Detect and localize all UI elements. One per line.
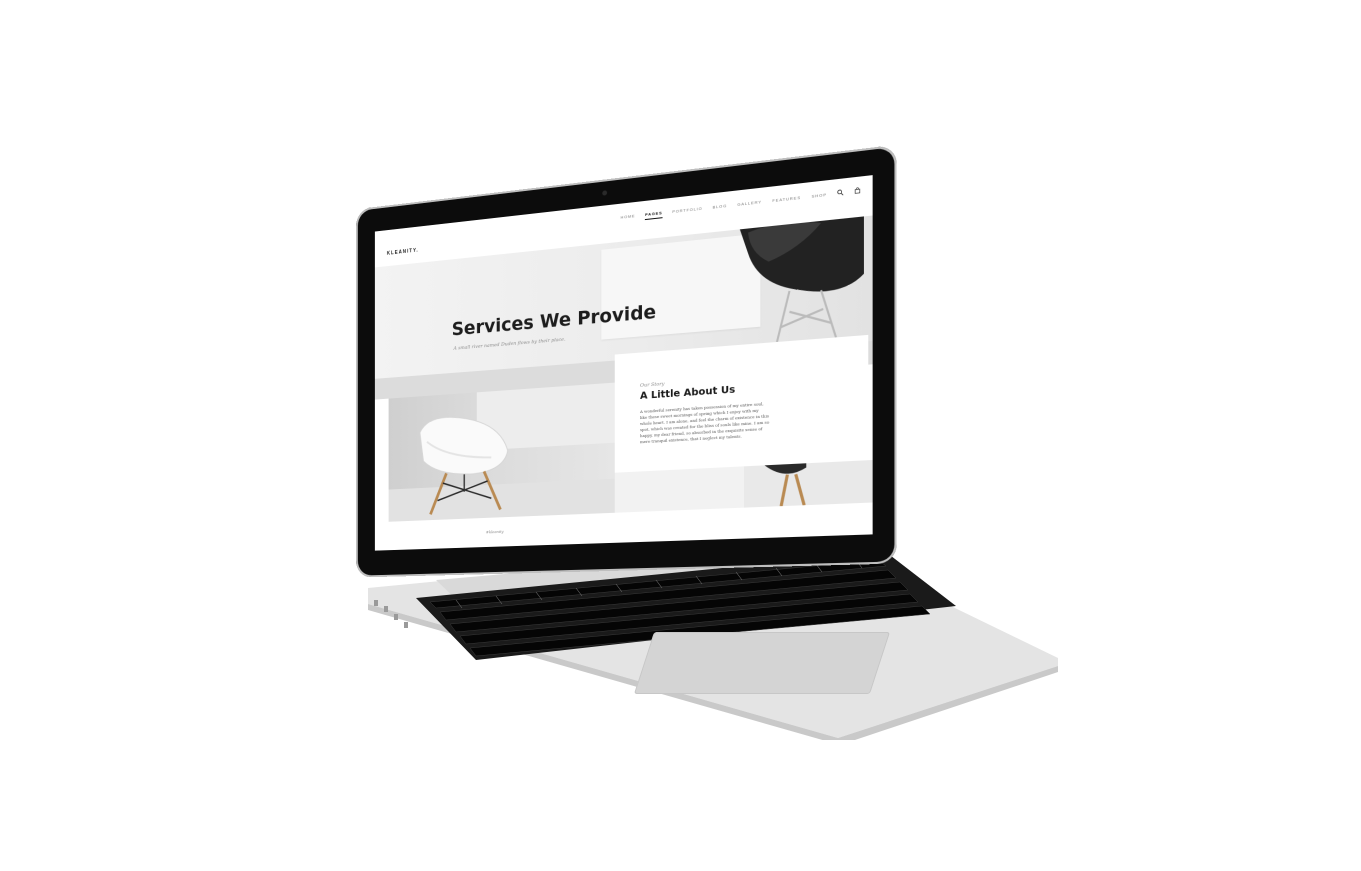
about-eyebrow: Our Story [640, 381, 664, 389]
laptop-lid: KLEANITY. HOME PAGES PORTFOLIO BLOG GALL… [356, 145, 897, 578]
nav-item-gallery[interactable]: GALLERY [737, 199, 762, 207]
webcam-icon [602, 190, 607, 196]
laptop-screen: KLEANITY. HOME PAGES PORTFOLIO BLOG GALL… [375, 175, 873, 551]
nav-item-blog[interactable]: BLOG [713, 202, 728, 209]
hero-subtitle: A small river named Duden flows by their… [454, 337, 566, 352]
about-image [389, 383, 615, 522]
white-chair-image [411, 407, 519, 519]
cart-icon[interactable] [855, 187, 861, 194]
nav-item-features[interactable]: FEATURES [772, 194, 801, 202]
search-icon[interactable] [838, 189, 844, 196]
site-logo[interactable]: KLEANITY. [387, 248, 419, 257]
nav-item-shop[interactable]: SHOP [811, 191, 826, 198]
side-ports [372, 598, 412, 638]
nav-item-home[interactable]: HOME [621, 213, 636, 220]
trackpad[interactable] [634, 632, 890, 694]
about-body-text: A wonderful serenity has taken possessio… [640, 401, 771, 446]
about-card: Our Story A Little About Us A wonderful … [615, 335, 869, 473]
laptop-mockup-scene: KLEANITY. HOME PAGES PORTFOLIO BLOG GALL… [0, 0, 1361, 871]
footer-hashtag[interactable]: #kleanity [486, 529, 504, 535]
nav-item-portfolio[interactable]: PORTFOLIO [672, 205, 702, 213]
main-nav: HOME PAGES PORTFOLIO BLOG GALLERY FEATUR… [621, 187, 862, 220]
nav-item-pages[interactable]: PAGES [645, 210, 662, 217]
